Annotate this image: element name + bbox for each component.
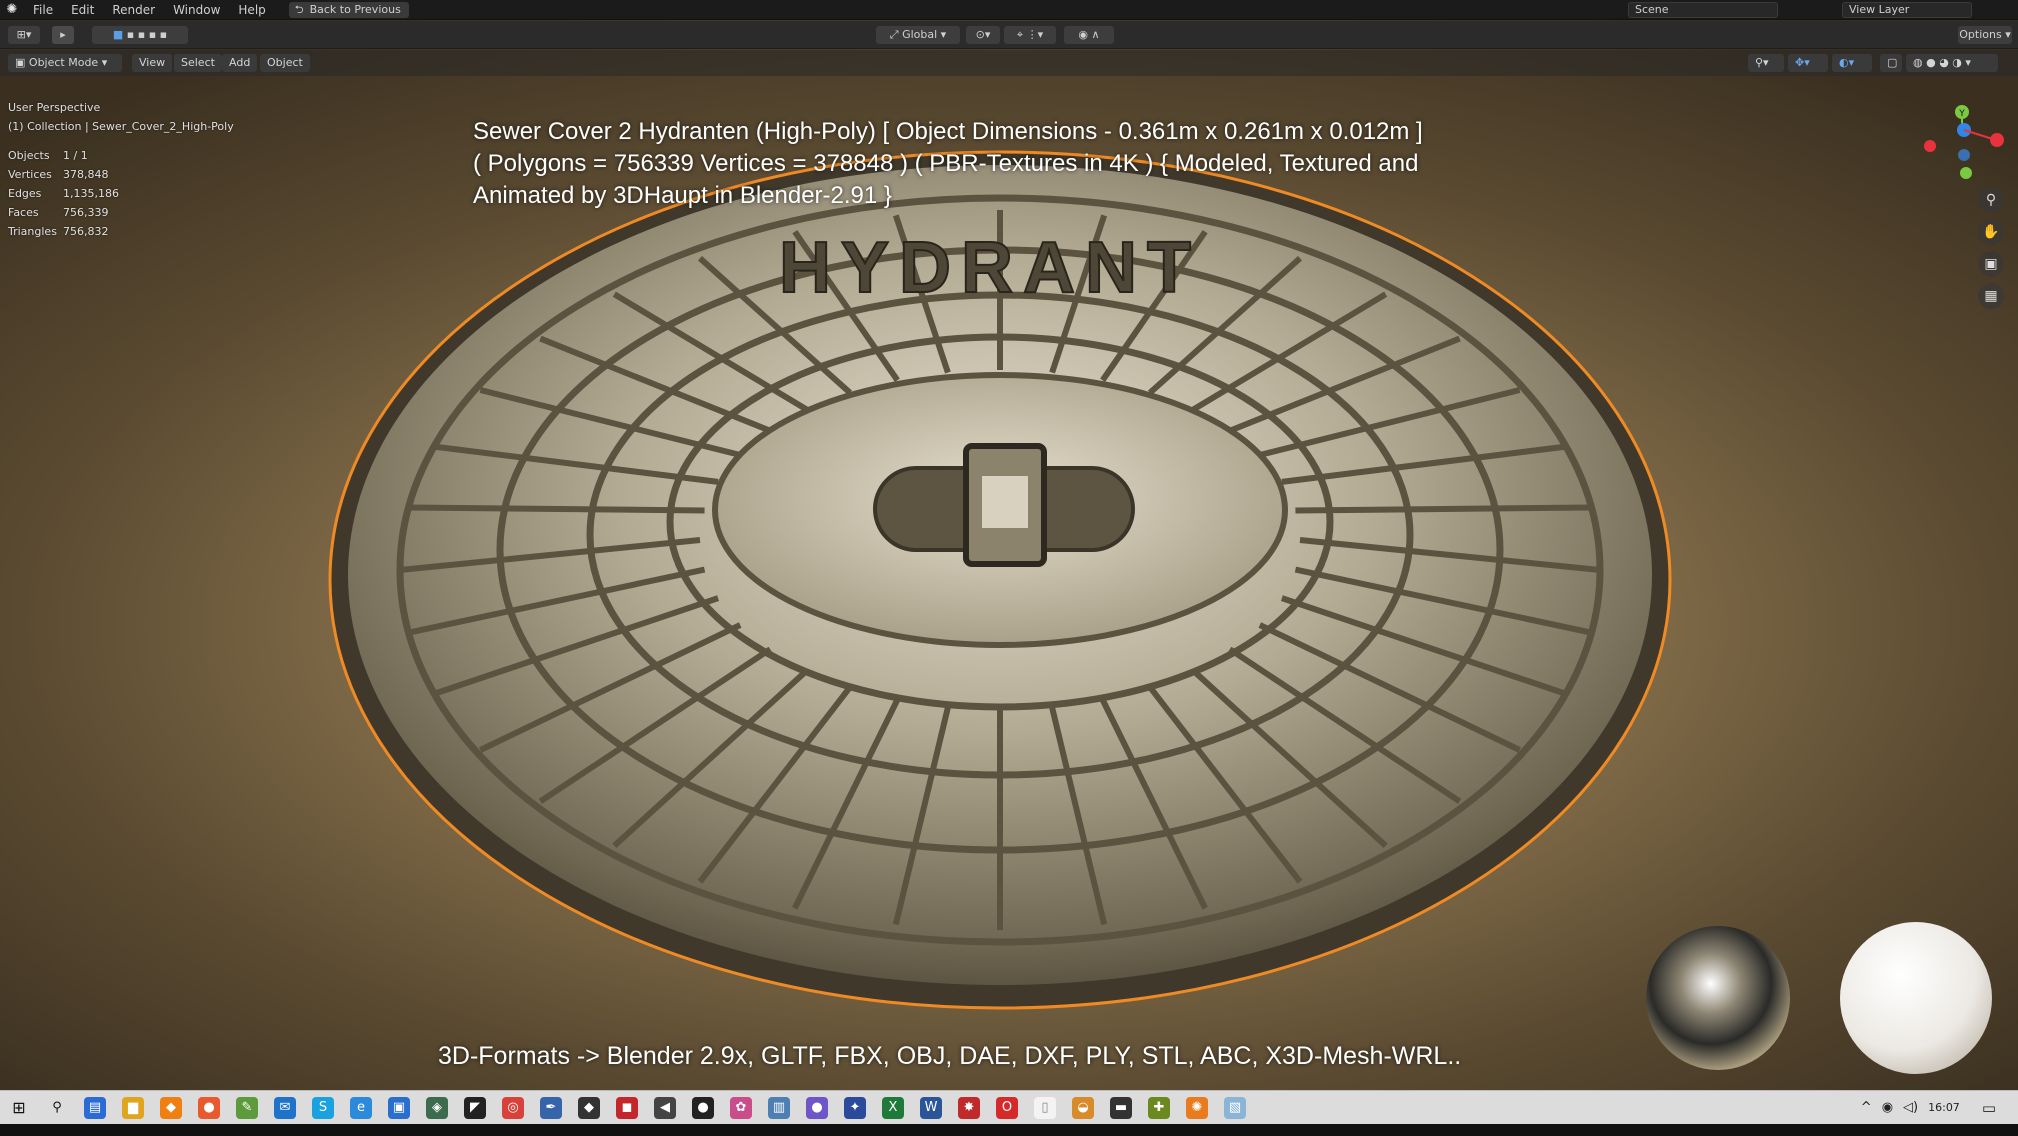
cover-embossed-text: HYDRANT bbox=[779, 228, 1201, 308]
gizmo-axis-neg-y[interactable] bbox=[1960, 167, 1972, 179]
network-icon[interactable]: ◉ bbox=[1882, 1100, 1893, 1115]
notepad-icon[interactable]: ✎ bbox=[236, 1096, 258, 1119]
windows-start-icon[interactable]: ⊞ bbox=[8, 1097, 30, 1119]
grid-icon[interactable]: ▦ bbox=[1978, 283, 2004, 309]
chrome-sphere bbox=[1646, 926, 1790, 1070]
app-icon[interactable]: ✿ bbox=[730, 1096, 752, 1119]
formats-caption: 3D-Formats -> Blender 2.9x, GLTF, FBX, O… bbox=[438, 1042, 1462, 1070]
video-title-overlay: Sewer Cover 2 Hydranten (High-Poly) [ Ob… bbox=[473, 116, 1423, 212]
gizmo-axis-neg-x[interactable] bbox=[1924, 140, 1936, 152]
camera-icon[interactable]: ▣ bbox=[1978, 251, 2004, 277]
zoom-icon[interactable]: ⚲ bbox=[1978, 187, 2004, 213]
blender-window: { "app": {"name": "Blender", "logo_icon"… bbox=[0, 0, 2018, 1136]
app-icon[interactable]: ◼ bbox=[616, 1096, 638, 1119]
app-icon[interactable]: ◈ bbox=[426, 1096, 448, 1119]
tray-chevron-icon[interactable]: ^ bbox=[1861, 1100, 1872, 1115]
document-icon[interactable]: ▯ bbox=[1034, 1096, 1056, 1119]
outlook-icon[interactable]: ✉ bbox=[274, 1096, 296, 1119]
cover-lift-handle-face bbox=[982, 476, 1028, 528]
word-icon[interactable]: W bbox=[920, 1096, 942, 1119]
store-icon[interactable]: ▣ bbox=[388, 1096, 410, 1119]
diffuse-sphere bbox=[1840, 922, 1992, 1074]
app-icon[interactable]: ◆ bbox=[160, 1096, 182, 1119]
terminal-icon[interactable]: ▬ bbox=[1110, 1096, 1132, 1119]
app-icon[interactable]: ● bbox=[806, 1096, 828, 1119]
app-icon[interactable]: ✒ bbox=[540, 1096, 562, 1119]
windows-taskbar: ⊞ ⚲ ▤ ▆ ◆ ● ✎ ✉ S e ▣ ◈ ◤ ◎ ✒ ◆ ◼ ◀ ● ✿ … bbox=[0, 1090, 2018, 1124]
app-icon[interactable]: ▥ bbox=[768, 1096, 790, 1119]
hdri-preview-spheres bbox=[1646, 922, 1992, 1074]
title-line-2: ( Polygons = 756339 Vertices = 378848 ) … bbox=[473, 150, 1419, 177]
app-icon[interactable]: ◀ bbox=[654, 1096, 676, 1119]
navigation-gizmo[interactable]: Y bbox=[1924, 105, 2004, 179]
excel-icon[interactable]: X bbox=[882, 1096, 904, 1119]
skype-icon[interactable]: S bbox=[312, 1096, 334, 1119]
search-icon[interactable]: ⚲ bbox=[46, 1097, 68, 1119]
title-line-3: Animated by 3DHaupt in Blender-2.91 } bbox=[473, 182, 892, 209]
hand-pan-icon[interactable]: ✋ bbox=[1978, 219, 2004, 245]
gizmo-axis-x[interactable] bbox=[1990, 133, 2004, 147]
volume-icon[interactable]: ◁) bbox=[1903, 1100, 1918, 1115]
app-icon[interactable]: ◆ bbox=[578, 1096, 600, 1119]
notifications-icon[interactable]: ▭ bbox=[1982, 1099, 1996, 1117]
edge-icon[interactable]: e bbox=[350, 1096, 372, 1119]
cover-spoke bbox=[409, 504, 705, 514]
opera-icon[interactable]: O bbox=[996, 1096, 1018, 1119]
title-line-1: Sewer Cover 2 Hydranten (High-Poly) [ Ob… bbox=[473, 118, 1423, 145]
blender-taskbar-icon[interactable]: ✺ bbox=[1186, 1096, 1208, 1119]
gizmo-axis-neg-z[interactable] bbox=[1958, 149, 1970, 161]
app-icon[interactable]: ◎ bbox=[502, 1096, 524, 1119]
unity-icon[interactable]: ◤ bbox=[464, 1096, 486, 1119]
app-icon[interactable]: ● bbox=[692, 1096, 714, 1119]
gizmo-y-label: Y bbox=[1958, 109, 1965, 119]
sewer-cover-model: HYDRANT bbox=[328, 150, 1672, 1010]
app-icon[interactable]: ✸ bbox=[958, 1096, 980, 1119]
app-icon[interactable]: ✦ bbox=[844, 1096, 866, 1119]
bottom-strip bbox=[0, 1124, 2018, 1136]
clock-time[interactable]: 16:07 bbox=[1928, 1101, 1960, 1114]
app-icon[interactable]: ◒ bbox=[1072, 1096, 1094, 1119]
cover-spoke bbox=[1295, 504, 1591, 514]
file-explorer-icon[interactable]: ▆ bbox=[122, 1096, 144, 1119]
app-icon[interactable]: ▧ bbox=[1224, 1096, 1246, 1119]
app-icon[interactable]: ✚ bbox=[1148, 1096, 1170, 1119]
save-app-icon[interactable]: ▤ bbox=[84, 1096, 106, 1119]
firefox-icon[interactable]: ● bbox=[198, 1096, 220, 1119]
